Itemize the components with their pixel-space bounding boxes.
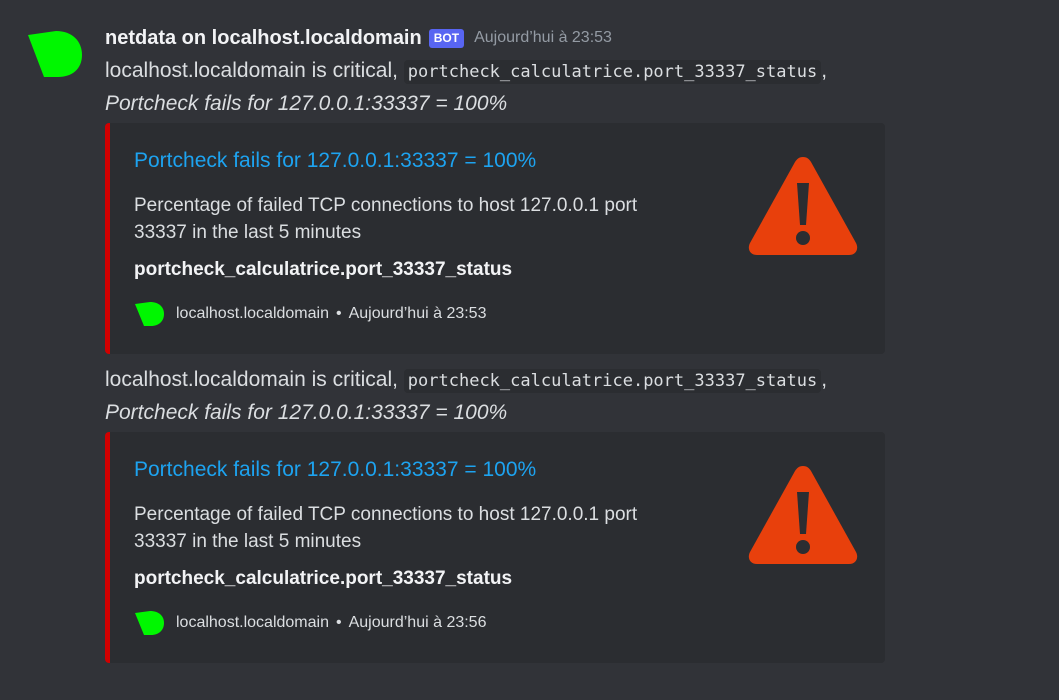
message-header: netdata on localhost.localdomain BOT Auj… — [105, 25, 612, 51]
footer-separator: • — [335, 614, 342, 631]
embed-title-link[interactable]: Portcheck fails for 127.0.0.1:33337 = 10… — [134, 149, 536, 173]
embed-description: Percentage of failed TCP connections to … — [134, 504, 638, 552]
embed-description: Percentage of failed TCP connections to … — [134, 195, 638, 243]
inline-code: portcheck_calculatrice.port_33337_status — [403, 369, 822, 393]
alert-embed: Portcheck fails for 127.0.0.1:33337 = 10… — [105, 432, 885, 663]
embed-field: portcheck_calculatrice.port_33337_status — [134, 568, 513, 589]
message-content: localhost.localdomain is critical, portc… — [105, 55, 1005, 119]
footer-separator: • — [335, 305, 342, 322]
embed-title-link[interactable]: Portcheck fails for 127.0.0.1:33337 = 10… — [134, 458, 536, 482]
embed-field: portcheck_calculatrice.port_33337_status — [134, 259, 513, 280]
bot-badge: BOT — [428, 28, 465, 48]
inline-code: portcheck_calculatrice.port_33337_status — [403, 60, 822, 84]
embed-footer: localhost.localdomain • Aujourd’hui à 23… — [134, 610, 486, 636]
warning-triangle-icon[interactable] — [747, 153, 859, 257]
footer-host: localhost.localdomain — [176, 614, 329, 631]
footer-host: localhost.localdomain — [176, 305, 329, 322]
message-text-suffix: , — [821, 368, 828, 391]
netdata-logo-icon — [135, 611, 164, 635]
message-text-suffix: , — [821, 59, 828, 82]
footer-timestamp: Aujourd’hui à 23:56 — [348, 614, 487, 631]
embed-footer: localhost.localdomain • Aujourd’hui à 23… — [134, 301, 486, 327]
message-text: localhost.localdomain is critical, — [105, 368, 404, 391]
message-emphasis: Portcheck fails for 127.0.0.1:33337 = 10… — [105, 401, 508, 424]
message-emphasis: Portcheck fails for 127.0.0.1:33337 = 10… — [105, 92, 508, 115]
alert-embed: Portcheck fails for 127.0.0.1:33337 = 10… — [105, 123, 885, 354]
message-timestamp[interactable]: Aujourd’hui à 23:53 — [474, 29, 612, 47]
footer-timestamp: Aujourd’hui à 23:53 — [348, 305, 487, 322]
author-name[interactable]: netdata on localhost.localdomain — [105, 27, 422, 50]
message-text: localhost.localdomain is critical, — [105, 59, 404, 82]
netdata-logo-icon — [28, 31, 82, 77]
avatar[interactable] — [26, 29, 82, 79]
netdata-logo-icon — [135, 302, 164, 326]
warning-triangle-icon[interactable] — [747, 462, 859, 566]
message-content: localhost.localdomain is critical, portc… — [105, 364, 1005, 428]
